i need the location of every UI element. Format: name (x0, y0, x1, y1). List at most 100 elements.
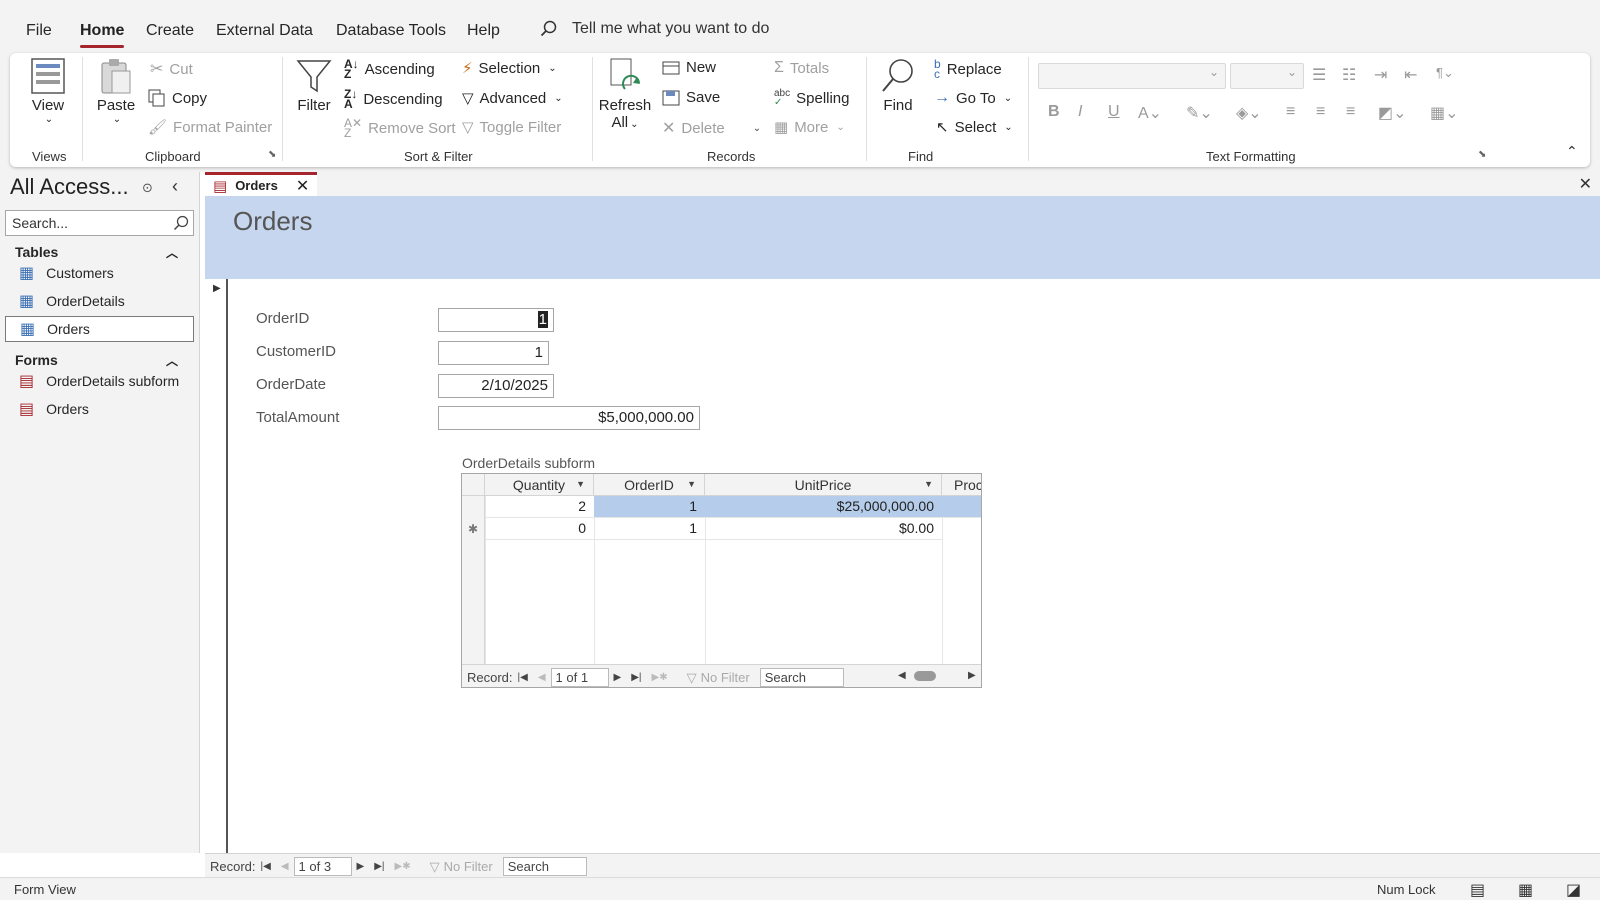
cell-orderid[interactable]: 1 (594, 518, 705, 540)
font-size-combo[interactable] (1230, 63, 1304, 89)
next-record-icon[interactable]: ▶ (614, 672, 622, 683)
copy-button[interactable]: Copy (148, 89, 207, 107)
column-header-unitprice[interactable]: UnitPrice ▼ (705, 474, 942, 496)
cut-button[interactable]: ✂ Cut (150, 59, 193, 79)
shutter-bar-close-icon[interactable]: ‹ (172, 176, 178, 197)
orderdate-field[interactable]: 2/10/2025 (438, 374, 554, 398)
no-filter-indicator[interactable]: ▽ No Filter (430, 859, 493, 875)
current-record-box[interactable]: 1 of 1 (550, 668, 609, 687)
close-all-icon[interactable]: ✕ (1579, 174, 1592, 194)
selection-button[interactable]: ⚡ Selection ⌄ (462, 59, 557, 78)
tab-home[interactable]: Home (80, 22, 125, 48)
subform-search-box[interactable]: Search (759, 668, 844, 687)
font-color-icon[interactable]: A⌄ (1138, 103, 1162, 123)
tab-file[interactable]: File (26, 22, 52, 40)
ascending-button[interactable]: A↓ Z Ascending (344, 58, 435, 80)
no-filter-indicator[interactable]: ▽ No Filter (687, 670, 750, 686)
previous-record-icon[interactable]: ◀ (538, 672, 546, 683)
last-record-icon[interactable]: ▶| (631, 672, 641, 683)
first-record-icon[interactable]: |◀ (518, 672, 528, 683)
previous-record-icon[interactable]: ◀ (281, 861, 289, 872)
record-selector[interactable]: ▶ (205, 279, 228, 853)
remove-sort-button[interactable]: A✕ Z Remove Sort (344, 117, 456, 139)
spelling-button[interactable]: abc ✓ Spelling (774, 89, 850, 108)
tab-help[interactable]: Help (467, 22, 500, 40)
column-header-proc[interactable]: Proc (942, 474, 981, 496)
nav-item-orderdetails[interactable]: ▦ OrderDetails (5, 288, 194, 314)
align-left-icon[interactable]: ≡ (1286, 103, 1295, 121)
cell-orderid[interactable]: 1 (594, 496, 705, 518)
nav-item-orders-table[interactable]: ▦ Orders (5, 316, 194, 342)
view-button[interactable]: View ⌄ (24, 57, 72, 125)
cell-unitprice[interactable]: $0.00 (705, 518, 942, 540)
conditional-format-icon[interactable]: ◩⌄ (1378, 103, 1407, 123)
numbering-icon[interactable]: ☷ (1342, 65, 1356, 85)
nav-search-input[interactable]: Search... (5, 210, 194, 236)
advanced-button[interactable]: ▽ Advanced ⌄ (462, 89, 563, 108)
bold-icon[interactable]: B (1048, 103, 1060, 121)
nav-pane-title[interactable]: All Access... (10, 174, 129, 200)
gridlines-icon[interactable]: ▦⌄ (1430, 103, 1459, 123)
cell-proc[interactable] (942, 496, 981, 518)
select-all-corner[interactable] (462, 474, 485, 496)
horizontal-scroll-thumb[interactable] (914, 671, 936, 681)
tab-create[interactable]: Create (146, 22, 194, 40)
totalamount-field[interactable]: $5,000,000.00 (438, 406, 700, 430)
nav-item-customers[interactable]: ▦ Customers (5, 260, 194, 286)
font-name-combo[interactable] (1038, 63, 1226, 89)
indent-increase-icon[interactable]: ⇥ (1374, 65, 1387, 85)
next-record-icon[interactable]: ▶ (357, 861, 365, 872)
filter-button[interactable]: Filter (292, 57, 336, 114)
dropdown-arrow-icon[interactable]: ▼ (924, 479, 933, 489)
tab-database-tools[interactable]: Database Tools (336, 22, 446, 40)
delete-button[interactable]: ✕ Delete ⌄ (662, 118, 761, 138)
customerid-field[interactable]: 1 (438, 341, 549, 365)
current-record-box[interactable]: 1 of 3 (293, 857, 352, 876)
dropdown-arrow-icon[interactable]: ▼ (576, 479, 585, 489)
column-header-orderid[interactable]: OrderID ▼ (594, 474, 705, 496)
save-button[interactable]: Save (662, 89, 720, 106)
find-button[interactable]: Find (876, 57, 920, 114)
totals-button[interactable]: Σ Totals (774, 59, 829, 77)
cell-quantity[interactable]: 2 (485, 496, 594, 518)
nav-item-orderdetails-subform[interactable]: ▤ OrderDetails subform (5, 368, 194, 394)
last-record-icon[interactable]: ▶| (374, 861, 384, 872)
new-record-marker[interactable]: ✱ (462, 518, 485, 540)
document-tab-orders[interactable]: ▤ Orders ✕ (205, 172, 317, 196)
close-icon[interactable]: ✕ (296, 176, 309, 196)
scroll-right-icon[interactable]: ▶ (968, 670, 976, 681)
form-view-icon[interactable]: ▤ (1470, 880, 1485, 900)
more-button[interactable]: ▦ More ⌄ (774, 118, 845, 137)
first-record-icon[interactable]: |◀ (261, 861, 271, 872)
indent-decrease-icon[interactable]: ⇤ (1404, 65, 1417, 85)
underline-icon[interactable]: U (1108, 103, 1120, 121)
column-header-quantity[interactable]: Quantity ▼ (485, 474, 594, 496)
cell-quantity[interactable]: 0 (485, 518, 594, 540)
bullets-icon[interactable]: ☰ (1312, 65, 1326, 85)
row-selector[interactable] (462, 496, 485, 518)
nav-menu-dropdown-icon[interactable]: ⊙ (142, 180, 153, 196)
scroll-left-icon[interactable]: ◀ (898, 670, 906, 681)
align-center-icon[interactable]: ≡ (1316, 103, 1325, 121)
design-view-icon[interactable]: ◪ (1566, 880, 1581, 900)
dialog-launcher-icon[interactable]: ⬊ (268, 149, 276, 160)
descending-button[interactable]: Z↓ A Descending (344, 88, 443, 110)
new-record-icon[interactable]: ▶✱ (652, 672, 668, 683)
refresh-all-button[interactable]: Refresh All ⌄ (599, 57, 651, 133)
select-button[interactable]: ↖ Select ⌄ (936, 118, 1013, 137)
tell-me-box[interactable]: Tell me what you want to do (540, 20, 769, 38)
paragraph-direction-icon[interactable]: ¶⌄ (1436, 65, 1454, 81)
orderid-field[interactable]: 1 (438, 308, 554, 332)
collapse-ribbon-icon[interactable]: ⌃ (1566, 143, 1578, 160)
cell-unitprice[interactable]: $25,000,000.00 (705, 496, 942, 518)
highlight-icon[interactable]: ✎⌄ (1186, 103, 1213, 123)
layout-view-icon[interactable]: ▦ (1518, 880, 1533, 900)
new-record-button[interactable]: New (662, 59, 716, 76)
main-search-box[interactable]: Search (502, 857, 587, 876)
paste-button[interactable]: Paste ⌄ (94, 57, 138, 125)
goto-button[interactable]: → Go To ⌄ (934, 89, 1012, 107)
dialog-launcher-icon[interactable]: ⬊ (1478, 149, 1486, 160)
toggle-filter-button[interactable]: ▽ Toggle Filter (462, 118, 561, 137)
align-right-icon[interactable]: ≡ (1346, 103, 1355, 121)
replace-button[interactable]: bc Replace (934, 58, 1002, 80)
